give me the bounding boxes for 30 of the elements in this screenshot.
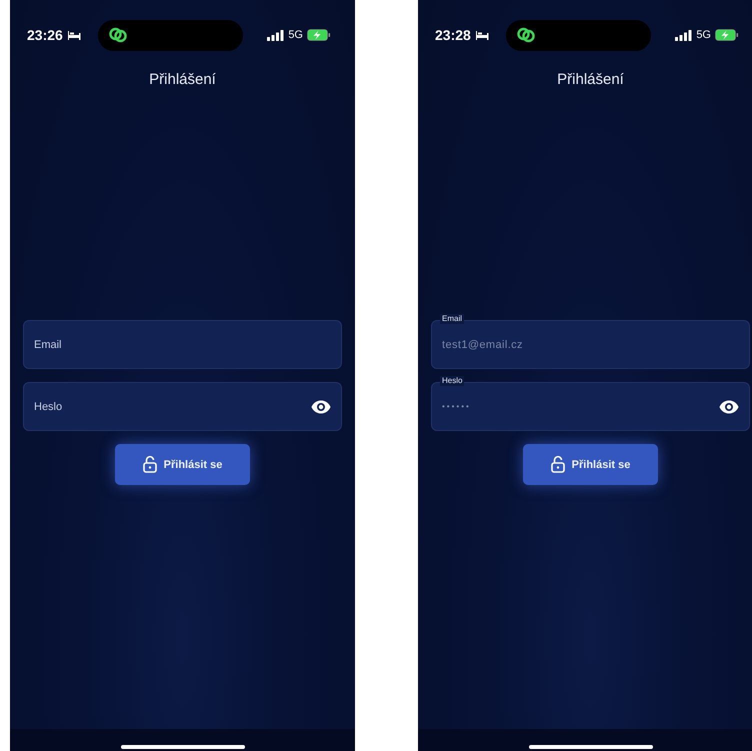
input-field[interactable]: test1@email.cz	[431, 320, 750, 369]
screen-title: Přihlášení	[148, 71, 217, 88]
status-time: 23:28	[435, 27, 471, 43]
field-value: ••••••	[442, 402, 471, 411]
unlock-icon	[142, 456, 157, 473]
input-field[interactable]: Heslo	[23, 382, 342, 431]
screen-title: Přihlášení	[556, 71, 625, 88]
bed-icon	[66, 30, 81, 40]
battery-charging-icon	[307, 29, 331, 41]
field-label: Heslo	[440, 376, 464, 386]
chain-link-icon	[516, 26, 536, 44]
battery-charging-icon	[715, 29, 739, 41]
network-label: 5G	[696, 29, 711, 41]
signal-icon	[675, 30, 692, 40]
field-placeholder: Heslo	[34, 400, 62, 412]
eye-icon[interactable]	[311, 400, 331, 414]
input-field[interactable]: ••••••	[431, 382, 750, 431]
input-field[interactable]: Email	[23, 320, 342, 369]
network-label: 5G	[288, 29, 303, 41]
chain-link-icon	[108, 26, 128, 44]
signal-icon	[267, 30, 284, 40]
eye-icon[interactable]	[719, 400, 739, 414]
field-placeholder: Email	[34, 338, 62, 350]
bed-icon	[474, 30, 489, 40]
unlock-icon	[550, 456, 565, 473]
field-value: test1@email.cz	[442, 338, 523, 350]
status-time: 23:26	[27, 27, 63, 43]
login-button[interactable]: Přihlásit se	[523, 444, 658, 485]
field-label: Email	[440, 314, 464, 324]
login-button[interactable]: Přihlásit se	[115, 444, 250, 485]
